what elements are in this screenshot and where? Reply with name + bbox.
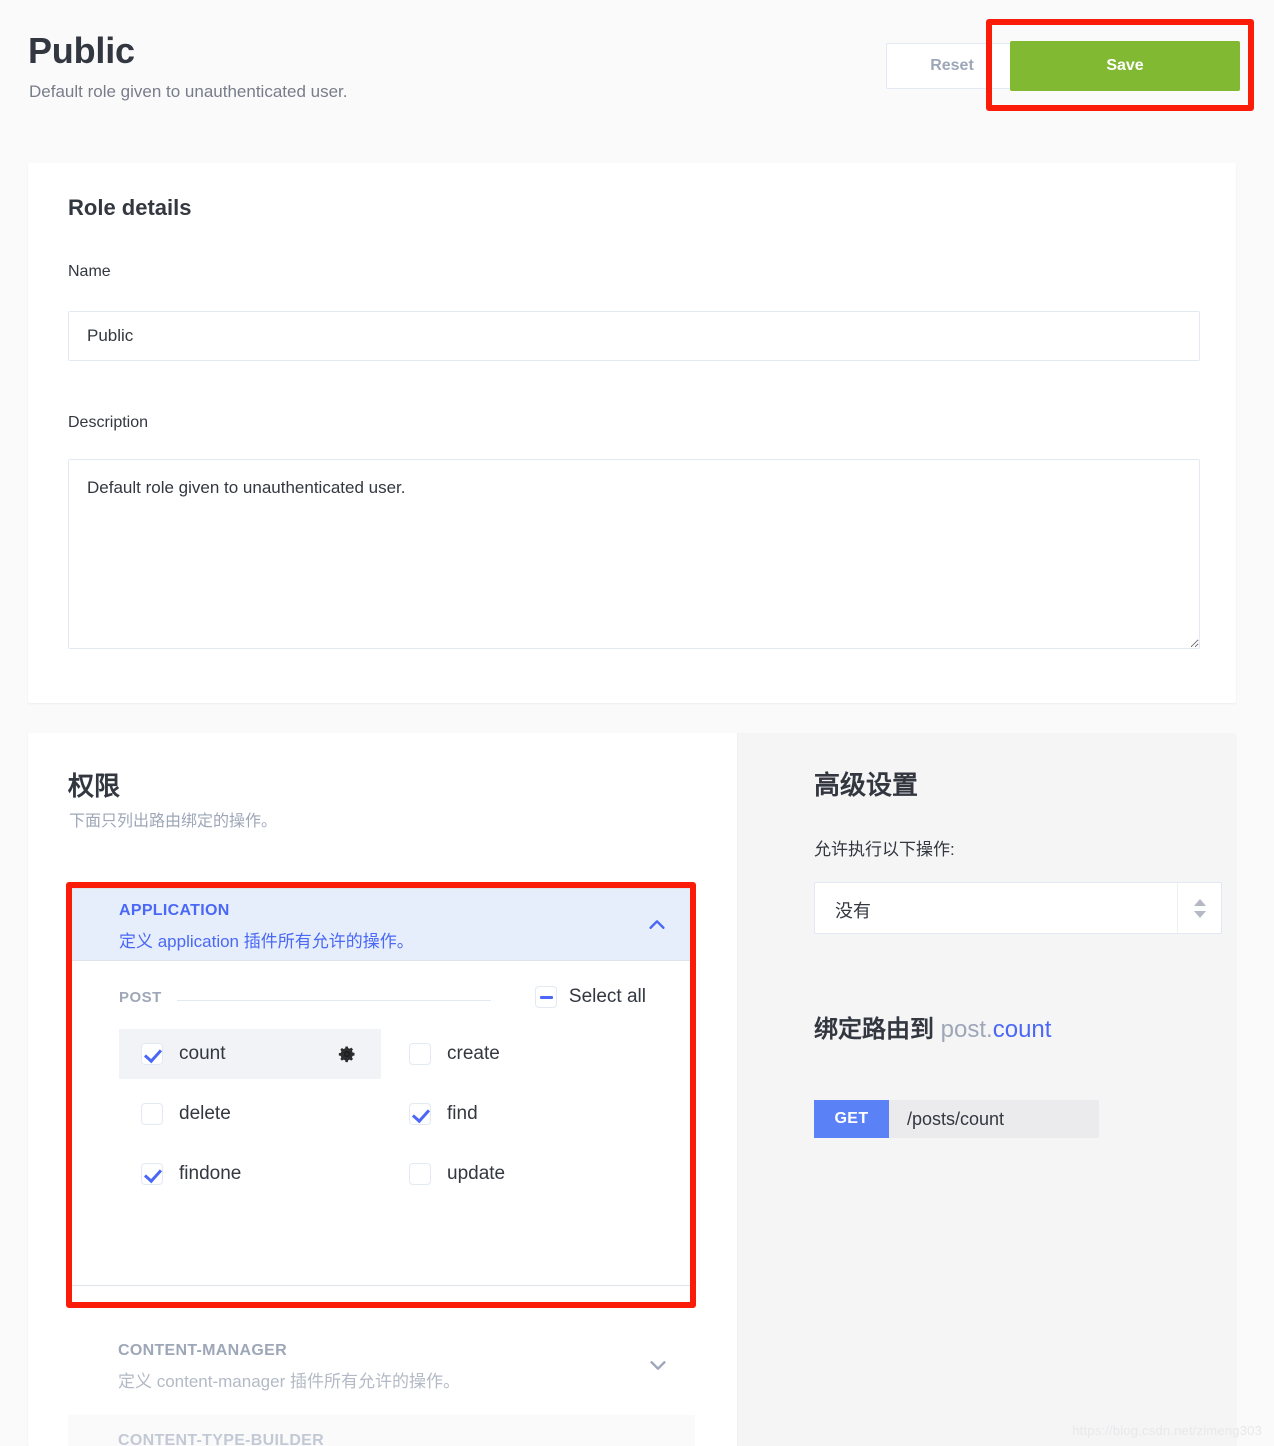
advanced-settings-heading: 高级设置 [814,770,919,800]
chevron-up-icon[interactable] [646,914,668,936]
chevron-down-icon[interactable] [647,1354,669,1376]
permissions-panel: 权限 下面只列出路由绑定的操作。 APPLICATION 定义 applicat… [28,733,1236,1446]
caret-up-icon [1193,898,1206,906]
page-header: Public Default role given to unauthentic… [0,0,1274,140]
select-all-control[interactable]: Select all [534,986,646,1008]
save-button[interactable]: Save [1010,41,1240,91]
accordion-application-name: APPLICATION [119,902,230,919]
bound-route-heading: 绑定路由到 post.count [814,1009,1051,1044]
permission-item-delete[interactable]: delete [119,1089,381,1139]
permission-item-update[interactable]: update [387,1149,646,1199]
accordion-application-description: 定义 application 插件所有允许的操作。 [119,932,414,951]
advanced-select-label: 允许执行以下操作: [814,840,955,859]
advanced-select-value: 没有 [835,901,871,921]
checkbox-create[interactable] [409,1043,431,1065]
post-group-row: POST Select all [119,986,646,1011]
permission-label-delete: delete [179,1103,231,1124]
permission-item-create[interactable]: create [387,1029,646,1079]
checkbox-update[interactable] [409,1163,431,1185]
bound-route-separator: . [986,1016,993,1043]
accordion-content-manager-description: 定义 content-manager 插件所有允许的操作。 [118,1372,460,1391]
select-all-label: Select all [568,986,646,1007]
permission-item-count[interactable]: count [119,1029,381,1079]
role-details-card: Role details Name Description Default ro… [28,163,1236,703]
permissions-heading: 权限 [68,771,121,801]
bound-route-heading-prefix: 绑定路由到 [814,1016,934,1043]
permission-label-create: create [447,1043,500,1064]
route-path: /posts/count [907,1109,1005,1129]
accordion-content-manager[interactable]: CONTENT-MANAGER 定义 content-manager 插件所有允… [68,1329,695,1401]
permissions-left-column: 权限 下面只列出路由绑定的操作。 APPLICATION 定义 applicat… [28,733,737,1446]
accordion-content-type-builder-name: CONTENT-TYPE-BUILDER [118,1432,324,1446]
accordion-application-body: POST Select all count create delete find… [69,961,694,1285]
permission-label-find: find [447,1103,478,1124]
description-textarea[interactable]: Default role given to unauthenticated us… [68,459,1200,649]
caret-down-icon [1193,910,1206,918]
post-group-label: POST [119,989,162,1006]
name-input[interactable] [68,311,1200,361]
permission-label-update: update [447,1163,506,1184]
checkbox-find[interactable] [409,1103,431,1125]
page-root: Public Default role given to unauthentic… [0,0,1274,1446]
description-label: Description [68,414,149,431]
gear-icon[interactable] [337,1044,357,1064]
permissions-subheading: 下面只列出路由绑定的操作。 [69,813,278,830]
accordion-content-manager-name: CONTENT-MANAGER [118,1342,287,1359]
select-all-checkbox[interactable] [534,986,557,1008]
reset-button[interactable]: Reset [886,43,1018,89]
advanced-select[interactable]: 没有 [814,882,1222,934]
bound-route-row: GET /posts/count [814,1100,1099,1138]
checkbox-delete[interactable] [141,1103,163,1125]
route-method-badge: GET [814,1100,889,1138]
accordion-application: APPLICATION 定义 application 插件所有允许的操作。 PO… [68,888,695,1286]
permission-label-findone: findone [179,1163,242,1184]
checkbox-count[interactable] [141,1043,163,1065]
bound-route-object: post [940,1016,987,1043]
permission-item-findone[interactable]: findone [119,1149,381,1199]
accordion-content-type-builder[interactable]: CONTENT-TYPE-BUILDER [68,1415,695,1446]
role-details-heading: Role details [68,195,192,220]
post-group-divider [177,1000,491,1001]
select-stepper-icon[interactable] [1177,883,1221,933]
checkbox-findone[interactable] [141,1163,163,1185]
page-subtitle: Default role given to unauthenticated us… [29,82,348,101]
permission-item-find[interactable]: find [387,1089,646,1139]
accordion-application-header[interactable]: APPLICATION 定义 application 插件所有允许的操作。 [69,889,694,961]
permission-label-count: count [179,1043,226,1064]
name-label: Name [68,263,111,280]
bound-route-action: count [992,1016,1052,1043]
page-title: Public [28,30,135,71]
advanced-settings-column: 高级设置 允许执行以下操作: 没有 绑定路由到 post.count GET /… [737,733,1236,1446]
